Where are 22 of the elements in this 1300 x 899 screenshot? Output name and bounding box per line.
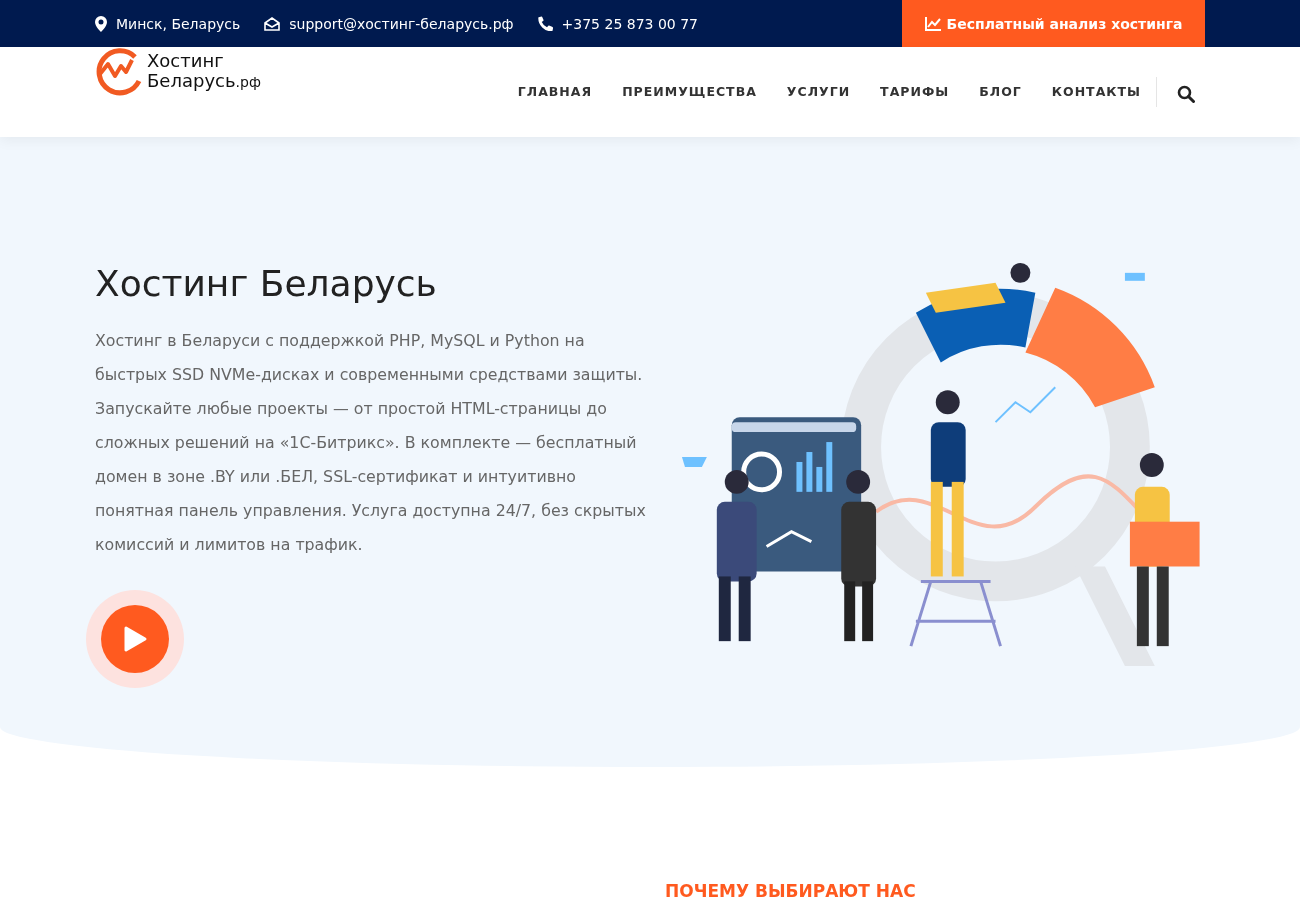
nav-link[interactable]: УСЛУГИ — [786, 84, 851, 99]
envelope-icon — [264, 16, 281, 31]
search-icon[interactable] — [1177, 85, 1195, 103]
hero-title: Хостинг Беларусь — [95, 262, 438, 306]
nav-link[interactable]: ГЛАВНАЯ — [517, 84, 593, 99]
logo-text: Беларусь — [147, 71, 236, 91]
location-pin-icon — [95, 15, 107, 32]
nav-link[interactable]: ПРЕИМУЩЕСТВА — [622, 84, 757, 99]
nav-link[interactable]: БЛОГ — [979, 84, 1022, 99]
location-text: Минск, Беларусь — [116, 15, 241, 32]
hero-description: Хостинг в Беларуси с поддержкой PHP, MySQL и Python на быстрых SSD NVMe-дисках и современными средствами защиты. Запускайте любые проекты — от простой HTML-страницы до сложных решений на «1С-Битрикс». В комплекте — бесплатный домен в зоне .BY или .БЕЛ, SSL-сертификат и интуитивно понятная панель управления. Услуга доступна 24/7, без скрытых комиссий и лимитов на трафик. — [95, 330, 647, 556]
nav-link[interactable]: КОНТАКТЫ — [1051, 84, 1141, 99]
email-link[interactable]: support@хостинг-беларусь.рф — [289, 15, 514, 32]
chart-icon — [924, 16, 941, 31]
logo-suffix: .рф — [235, 73, 261, 92]
phone-icon — [537, 16, 553, 31]
section-heading: ПОЧЕМУ ВЫБИРАЮТ НАС — [665, 881, 917, 899]
nav-link[interactable]: ТАРИФЫ — [880, 84, 950, 99]
logo-text: Хостинг — [147, 51, 225, 71]
site-logo[interactable]: Хостинг Беларусь.рф — [95, 47, 261, 97]
phone-link[interactable]: +375 25 873 00 77 — [561, 15, 698, 32]
play-icon — [122, 625, 148, 653]
